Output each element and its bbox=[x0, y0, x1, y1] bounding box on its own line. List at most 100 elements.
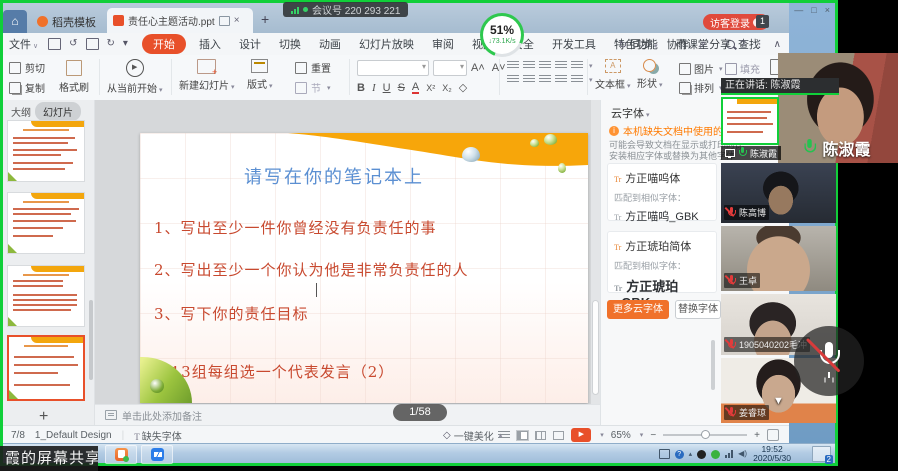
align-right-icon[interactable] bbox=[539, 75, 551, 84]
qq-icon[interactable] bbox=[697, 450, 706, 459]
canvas-scrollbar[interactable] bbox=[591, 100, 600, 404]
meeting-id-pill[interactable]: 会议号 220 293 221 bbox=[283, 2, 408, 17]
textbox-button[interactable]: A 文本框▾ bbox=[595, 59, 631, 91]
align-left-icon[interactable] bbox=[507, 75, 519, 84]
new-tab-button[interactable]: + bbox=[261, 11, 269, 27]
play-from-current-button[interactable]: ▶ 从当前开始▾ bbox=[107, 59, 163, 95]
subscript-button[interactable]: X₂ bbox=[442, 83, 452, 93]
zoom-level[interactable]: 65% bbox=[611, 430, 631, 441]
undo-icon[interactable]: ↺ bbox=[69, 39, 77, 49]
superscript-button[interactable]: X² bbox=[426, 83, 435, 93]
panel-title[interactable]: 云字体▾ bbox=[611, 105, 650, 121]
line-spacing-icon[interactable] bbox=[571, 75, 583, 84]
menu-tab-animation[interactable]: 动画 bbox=[310, 36, 350, 52]
show-desktop-button[interactable]: 2 bbox=[812, 446, 831, 462]
collaborate-button[interactable]: 协作 bbox=[667, 36, 689, 52]
font-size-select[interactable] bbox=[433, 60, 467, 76]
beautify-button[interactable]: ◇ 一键美化▴ bbox=[443, 426, 502, 444]
outdent-icon[interactable] bbox=[539, 61, 551, 70]
canvas-scrollbar-thumb[interactable] bbox=[592, 300, 599, 395]
save-icon[interactable] bbox=[48, 38, 61, 50]
text-direction-icon[interactable] bbox=[571, 61, 583, 70]
more-menu-icon[interactable]: ⋮ bbox=[755, 39, 765, 50]
numbering-icon[interactable] bbox=[523, 61, 535, 70]
font-name-select[interactable] bbox=[357, 60, 429, 76]
menu-tab-insert[interactable]: 插入 bbox=[190, 36, 230, 52]
taskbar-meeting-button[interactable] bbox=[141, 445, 173, 464]
slide-thumbnail-3[interactable] bbox=[7, 265, 85, 327]
section-button[interactable]: 节▾ bbox=[295, 80, 331, 95]
cut-button[interactable]: 剪切 bbox=[9, 60, 45, 75]
outline-tab[interactable]: 大纲 bbox=[11, 104, 31, 119]
muted-indicator-overlay[interactable] bbox=[794, 326, 864, 396]
keyboard-icon[interactable] bbox=[659, 449, 670, 459]
notes-bar[interactable]: 单击此处添加备注 bbox=[95, 404, 600, 425]
zoom-in-button[interactable]: + bbox=[754, 430, 760, 441]
reading-view-button[interactable] bbox=[553, 431, 564, 440]
help-icon[interactable]: ? bbox=[740, 39, 746, 50]
menu-tab-review[interactable]: 审阅 bbox=[423, 36, 463, 52]
tab-docer-templates[interactable]: 稻壳模板 bbox=[31, 10, 102, 33]
add-slide-button[interactable]: + bbox=[39, 408, 48, 426]
font-color-button[interactable]: A bbox=[412, 82, 419, 94]
replace-font-button[interactable]: 替换字体 bbox=[675, 300, 721, 319]
slide-thumbnail-4-selected[interactable] bbox=[7, 335, 85, 401]
reset-button[interactable]: 重置 bbox=[295, 60, 331, 75]
slide-sorter-button[interactable] bbox=[535, 431, 546, 440]
volume-icon[interactable]: ◀) bbox=[738, 450, 747, 458]
more-cloud-fonts-button[interactable]: 更多云字体 bbox=[607, 300, 669, 319]
italic-button[interactable]: I bbox=[372, 82, 376, 94]
zoom-slider-knob[interactable] bbox=[701, 430, 710, 439]
speaker-video[interactable]: 陈淑霞 bbox=[778, 53, 898, 163]
antivirus-icon[interactable] bbox=[711, 450, 720, 459]
picture-button[interactable]: 图片▾ bbox=[679, 61, 723, 76]
normal-view-button[interactable] bbox=[517, 431, 528, 440]
layout-button[interactable]: 版式▾ bbox=[247, 59, 273, 91]
slides-tab[interactable]: 幻灯片 bbox=[35, 102, 81, 121]
sync-button[interactable]: ↻ 同步▾ bbox=[619, 36, 658, 52]
tab-close-icon[interactable]: × bbox=[234, 15, 240, 26]
network-speed-ball[interactable]: 51% ↓73.1K/s bbox=[480, 13, 524, 57]
sidebar-scrollbar[interactable] bbox=[89, 300, 93, 380]
home-tab[interactable]: ⌂ bbox=[3, 10, 27, 33]
shapes-button[interactable]: 形状▾ bbox=[637, 59, 663, 90]
slideshow-play-button[interactable]: ▶ bbox=[571, 428, 591, 442]
bold-button[interactable]: B bbox=[357, 82, 365, 94]
fill-button[interactable]: 填充 bbox=[725, 61, 760, 76]
font-card-1[interactable]: 方正喵呜体 匹配到相似字体： 方正喵呜_GBK bbox=[607, 163, 717, 221]
new-slide-button[interactable]: 新建幻灯片▾ bbox=[179, 59, 235, 92]
close-icon[interactable]: × bbox=[825, 5, 830, 15]
menu-tab-home[interactable]: 开始 bbox=[142, 34, 186, 54]
print-icon[interactable] bbox=[86, 38, 99, 50]
menu-tab-devtools[interactable]: 开发工具 bbox=[543, 36, 605, 52]
missing-fonts-status[interactable]: 缺失字体 bbox=[134, 428, 182, 443]
tray-expand-icon[interactable]: ▴ bbox=[689, 450, 693, 458]
minimize-icon[interactable]: — bbox=[794, 5, 803, 15]
copy-button[interactable]: 复制 bbox=[9, 80, 45, 95]
screen-share-thumbnail[interactable] bbox=[721, 97, 779, 145]
file-menu[interactable]: 文件∨ bbox=[9, 36, 38, 52]
strikethrough-button[interactable]: S bbox=[398, 82, 405, 94]
qat-dropdown-icon[interactable]: ▾ bbox=[123, 39, 128, 49]
notes-toggle-icon[interactable] bbox=[498, 431, 510, 440]
zoom-slider[interactable] bbox=[663, 434, 747, 436]
indent-icon[interactable] bbox=[555, 61, 567, 70]
arrange-button[interactable]: 排列▾ bbox=[679, 80, 723, 95]
fit-slide-button[interactable] bbox=[767, 429, 779, 441]
menu-tab-transition[interactable]: 切换 bbox=[270, 36, 310, 52]
help-tray-icon[interactable]: ? bbox=[675, 450, 684, 459]
tab-document[interactable]: 责任心主题活动.ppt × bbox=[107, 8, 253, 33]
font-card-2[interactable]: 方正琥珀简体 匹配到相似字体： 方正琥珀_GBK bbox=[607, 231, 717, 293]
zoom-out-button[interactable]: − bbox=[650, 430, 656, 441]
bullets-icon[interactable] bbox=[507, 61, 519, 70]
collapse-ribbon-icon[interactable]: ∧ bbox=[774, 39, 781, 50]
panel-scrollbar[interactable] bbox=[711, 340, 715, 390]
underline-button[interactable]: U bbox=[383, 82, 391, 94]
maximize-icon[interactable]: □ bbox=[811, 5, 816, 15]
clear-format-icon[interactable]: ◇ bbox=[459, 81, 467, 94]
taskbar-clock[interactable]: 19:52 2020/5/30 bbox=[753, 445, 791, 463]
taskbar-wps-button[interactable] bbox=[105, 445, 137, 464]
menu-tab-design[interactable]: 设计 bbox=[230, 36, 270, 52]
tab-pin-icon[interactable] bbox=[219, 16, 230, 26]
share-button[interactable]: ⇗ 分享 bbox=[698, 36, 731, 52]
